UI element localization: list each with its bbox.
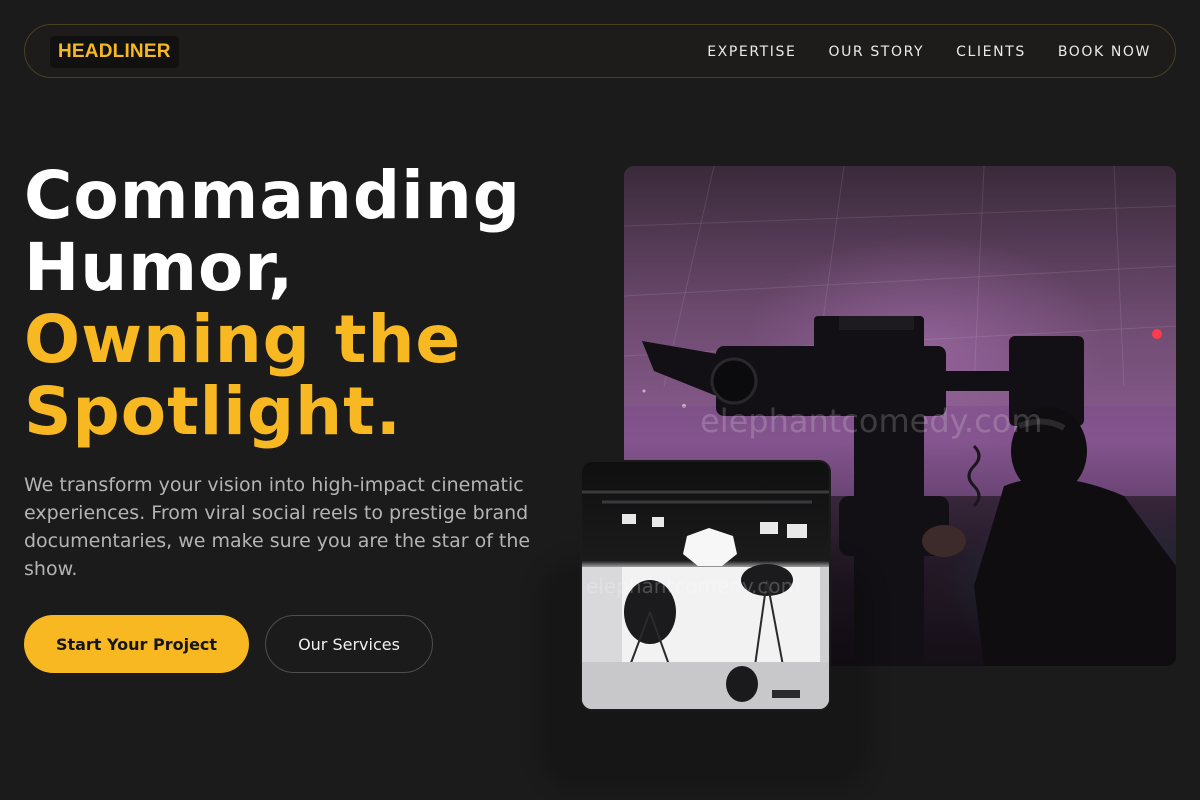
headline-line-2: Humor, <box>24 229 295 306</box>
landing-page: HEADLINER EXPERTISE OUR STORY CLIENTS BO… <box>0 0 1200 800</box>
nav-link-expertise[interactable]: EXPERTISE <box>707 44 796 60</box>
hero-headline: Commanding Humor, Owning the Spotlight. <box>24 160 584 448</box>
headline-line-4: Spotlight. <box>24 373 402 450</box>
nav-link-our-story[interactable]: OUR STORY <box>828 44 924 60</box>
our-services-button[interactable]: Our Services <box>265 615 433 673</box>
headline-line-1: Commanding <box>24 157 521 234</box>
nav-link-book-now[interactable]: BOOK NOW <box>1058 44 1151 60</box>
inset-watermark: elephantcomedy.com <box>586 574 801 598</box>
nav-links: EXPERTISE OUR STORY CLIENTS BOOK NOW <box>707 25 1151 79</box>
photo-watermark: elephantcomedy.com <box>700 402 1043 440</box>
nav-link-clients[interactable]: CLIENTS <box>956 44 1026 60</box>
brand-logo[interactable]: HEADLINER <box>50 36 179 68</box>
start-project-button[interactable]: Start Your Project <box>24 615 249 673</box>
headline-line-3: Owning the <box>24 301 462 378</box>
top-nav: HEADLINER EXPERTISE OUR STORY CLIENTS BO… <box>24 24 1176 78</box>
hero-description: We transform your vision into high-impac… <box>24 474 531 580</box>
